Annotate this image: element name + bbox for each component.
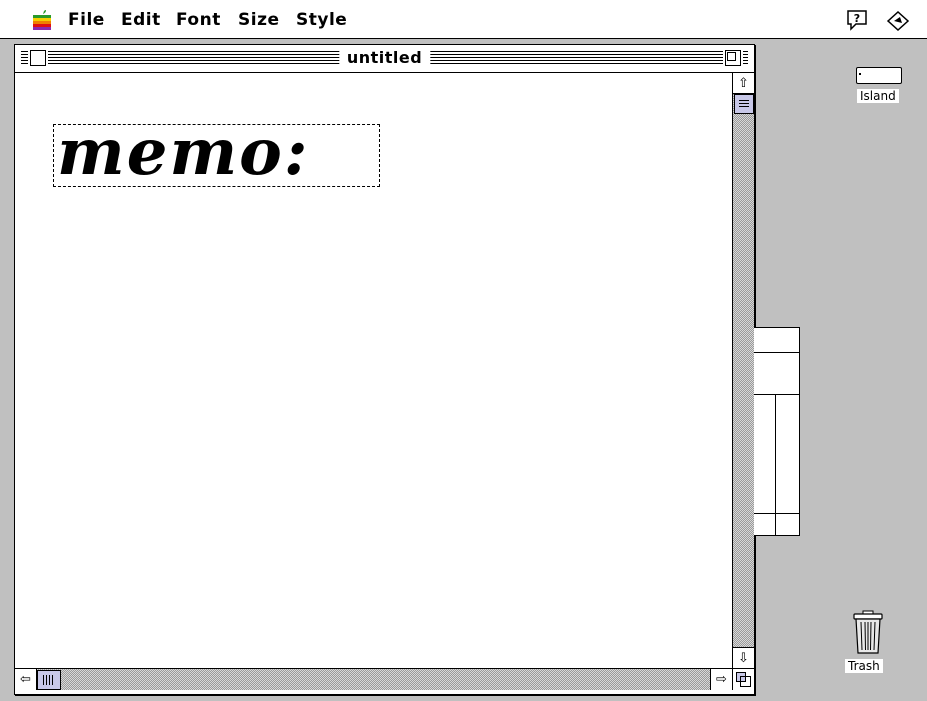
bg-window-divider bbox=[775, 394, 776, 535]
document-window: untitled memo: ⇧ ⇩ ⇦ ⇨ bbox=[14, 44, 755, 695]
hard-disk-icon[interactable] bbox=[856, 67, 902, 84]
scroll-up-arrow-icon[interactable]: ⇧ bbox=[733, 73, 754, 94]
help-balloon-icon[interactable]: ? bbox=[845, 9, 869, 31]
horizontal-scrollbar[interactable]: ⇦ ⇨ bbox=[15, 668, 732, 690]
window-title-bar[interactable]: untitled bbox=[15, 45, 754, 73]
svg-text:?: ? bbox=[854, 12, 860, 25]
menu-bar: File Edit Font Size Style ? bbox=[0, 0, 927, 39]
trash-icon[interactable] bbox=[851, 610, 885, 654]
scroll-left-arrow-icon[interactable]: ⇦ bbox=[15, 669, 37, 690]
close-box-icon[interactable] bbox=[30, 50, 46, 66]
memo-text[interactable]: memo: bbox=[57, 113, 309, 193]
disk-label[interactable]: Island bbox=[857, 89, 899, 103]
scroll-down-arrow-icon[interactable]: ⇩ bbox=[733, 647, 754, 668]
scroll-right-arrow-icon[interactable]: ⇨ bbox=[710, 669, 732, 690]
apple-menu-icon[interactable] bbox=[32, 9, 52, 31]
vertical-scrollbar[interactable]: ⇧ ⇩ bbox=[732, 73, 754, 668]
menu-edit[interactable]: Edit bbox=[121, 10, 161, 30]
menu-size[interactable]: Size bbox=[238, 10, 280, 30]
menu-style[interactable]: Style bbox=[296, 10, 347, 30]
trash-label[interactable]: Trash bbox=[845, 659, 883, 673]
bg-window-divider bbox=[754, 513, 799, 514]
background-window[interactable] bbox=[754, 327, 800, 536]
horizontal-scroll-thumb[interactable] bbox=[37, 670, 61, 690]
application-menu-icon[interactable] bbox=[885, 9, 911, 31]
zoom-box-icon[interactable] bbox=[725, 50, 741, 66]
resize-grow-box-icon[interactable] bbox=[732, 668, 754, 690]
bg-window-divider bbox=[754, 394, 799, 395]
vertical-scroll-thumb[interactable] bbox=[734, 94, 754, 114]
bg-window-divider bbox=[754, 352, 799, 353]
menu-file[interactable]: File bbox=[68, 10, 105, 30]
document-content[interactable]: memo: bbox=[15, 73, 732, 668]
window-title: untitled bbox=[338, 48, 431, 67]
menu-font[interactable]: Font bbox=[176, 10, 221, 30]
